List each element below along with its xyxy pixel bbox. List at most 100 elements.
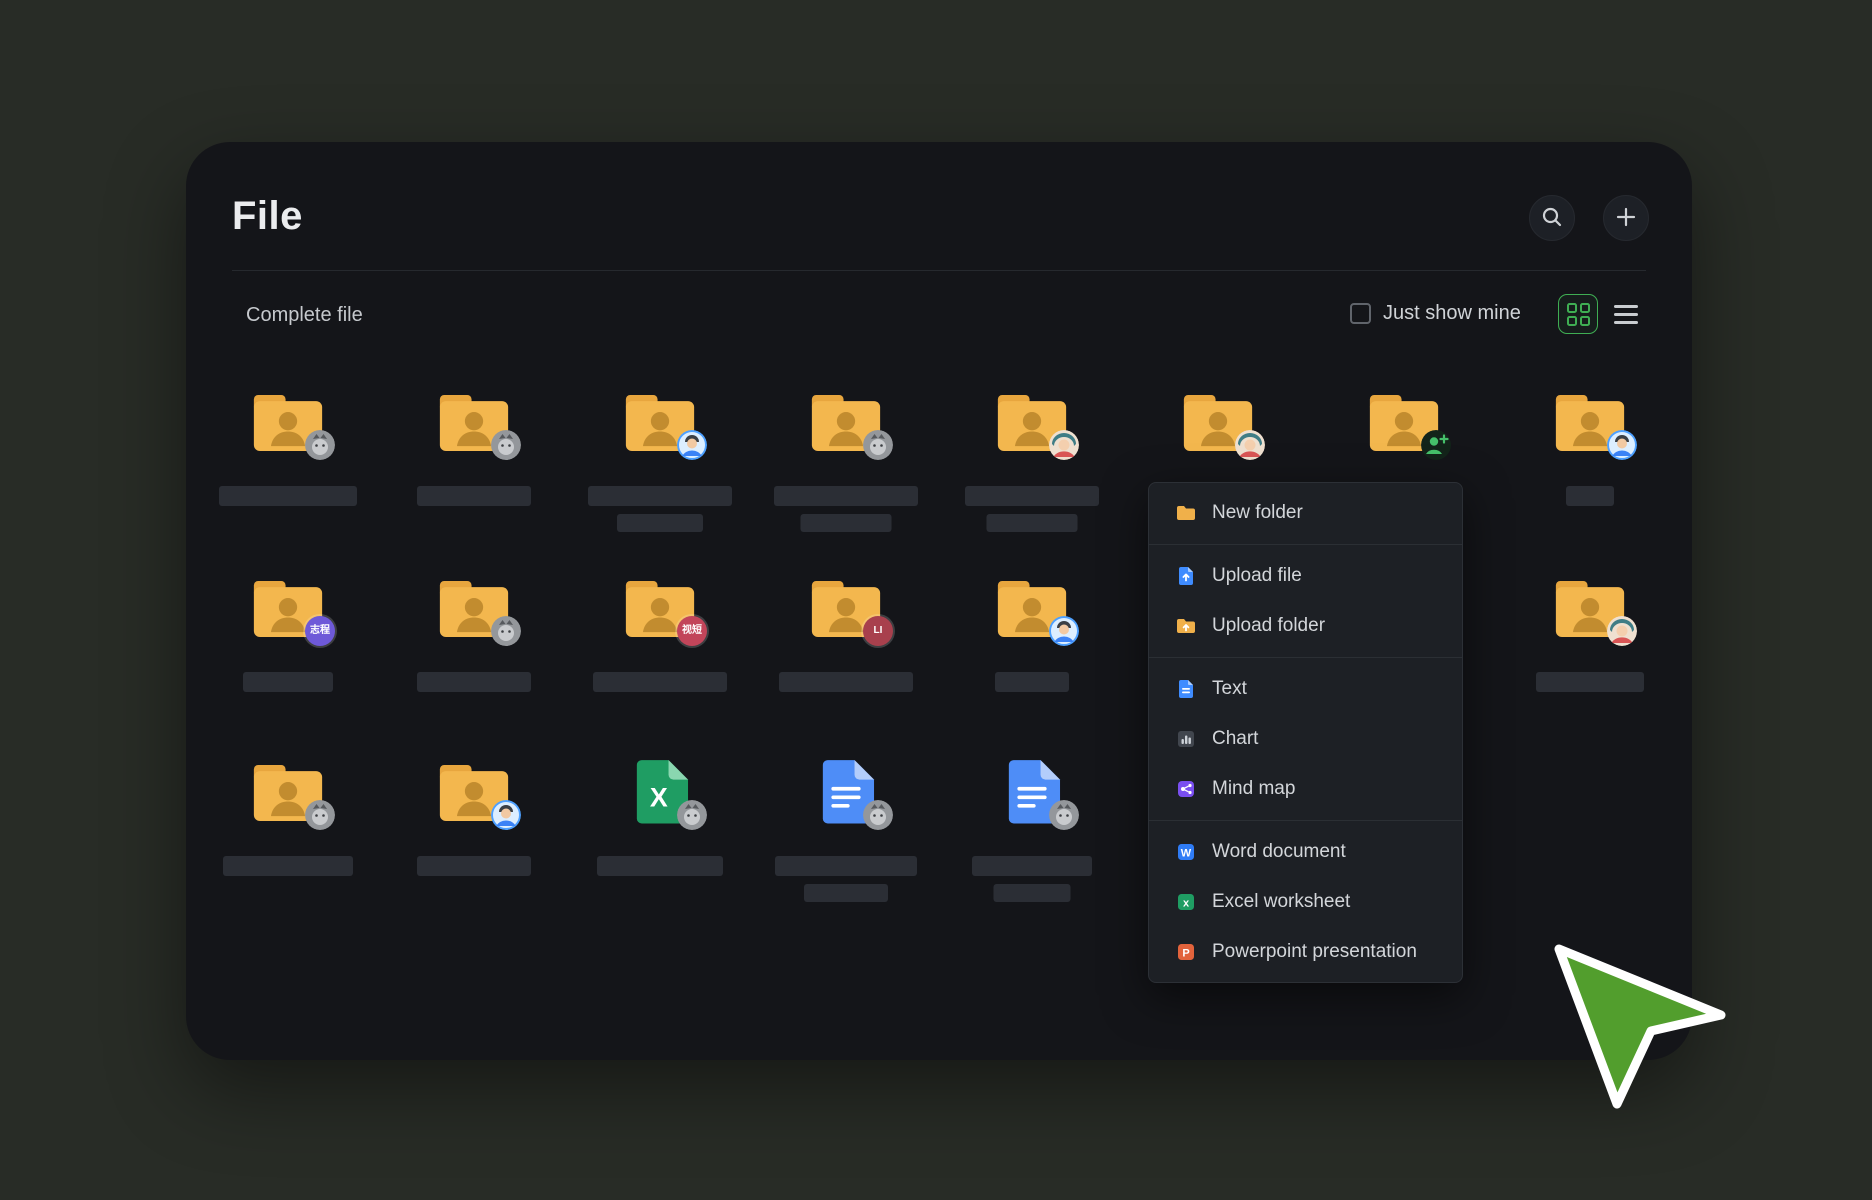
file-item[interactable]: 志程 xyxy=(195,576,381,746)
collaborator-avatar xyxy=(305,430,335,460)
file-item[interactable] xyxy=(1497,390,1683,560)
folder-user-icon xyxy=(807,390,885,456)
svg-text:x: x xyxy=(1183,898,1190,910)
file-name-placeholder xyxy=(972,856,1092,876)
file-item[interactable] xyxy=(195,760,381,930)
file-item[interactable] xyxy=(381,390,567,560)
folder-user-icon: 志程 xyxy=(249,576,327,642)
collaborator-avatar xyxy=(1049,430,1079,460)
file-item[interactable] xyxy=(753,390,939,560)
doc-file-icon xyxy=(993,760,1071,826)
file-name-placeholder xyxy=(804,884,888,902)
new-item-context-menu: New folder Upload file Upload folder Tex… xyxy=(1148,482,1463,983)
file-name-placeholder xyxy=(775,856,917,876)
folder-user-icon: LI xyxy=(807,576,885,642)
menu-item-chart[interactable]: Chart xyxy=(1149,714,1462,764)
file-name-placeholder xyxy=(223,856,353,876)
powerpoint-icon: P xyxy=(1175,941,1197,963)
file-name-placeholder xyxy=(617,514,703,532)
file-item[interactable] xyxy=(567,390,753,560)
file-name-placeholder xyxy=(588,486,732,506)
svg-text:W: W xyxy=(1181,848,1192,860)
collaborator-badge: 志程 xyxy=(305,616,335,646)
file-item[interactable] xyxy=(939,576,1125,746)
collaborator-avatar xyxy=(863,800,893,830)
file-item[interactable] xyxy=(381,576,567,746)
file-name-placeholder xyxy=(994,884,1071,902)
file-item[interactable] xyxy=(939,760,1125,930)
folder-user-icon xyxy=(435,576,513,642)
file-item[interactable]: LI xyxy=(753,576,939,746)
menu-item-excel-worksheet[interactable]: x Excel worksheet xyxy=(1149,877,1462,927)
mind-map-icon xyxy=(1175,778,1197,800)
collaborator-avatar xyxy=(1235,430,1265,460)
text-icon xyxy=(1175,678,1197,700)
folder-user-icon: 视短 xyxy=(621,576,699,642)
file-name-placeholder xyxy=(1536,672,1644,692)
menu-divider xyxy=(1149,820,1462,821)
folder-user-icon xyxy=(435,760,513,826)
collaborator-avatar xyxy=(305,800,335,830)
share-person-icon xyxy=(1421,430,1451,460)
menu-item-text[interactable]: Text xyxy=(1149,664,1462,714)
folder-user-icon xyxy=(621,390,699,456)
file-item[interactable] xyxy=(753,760,939,930)
new-folder-icon xyxy=(1175,502,1197,524)
collaborator-avatar xyxy=(1607,430,1637,460)
svg-text:P: P xyxy=(1182,948,1189,960)
folder-user-icon xyxy=(1551,576,1629,642)
file-name-placeholder xyxy=(779,672,913,692)
menu-divider xyxy=(1149,657,1462,658)
collaborator-badge: 视短 xyxy=(677,616,707,646)
folder-user-icon xyxy=(993,390,1071,456)
chart-icon xyxy=(1175,728,1197,750)
file-item[interactable] xyxy=(195,390,381,560)
upload-folder-icon xyxy=(1175,615,1197,637)
file-name-placeholder xyxy=(987,514,1078,532)
collaborator-badge: LI xyxy=(863,616,893,646)
file-name-placeholder xyxy=(801,514,892,532)
collaborator-avatar xyxy=(677,800,707,830)
excel-icon: x xyxy=(1175,891,1197,913)
menu-item-upload-file[interactable]: Upload file xyxy=(1149,551,1462,601)
menu-divider xyxy=(1149,544,1462,545)
collaborator-avatar xyxy=(491,430,521,460)
collaborator-avatar xyxy=(1607,616,1637,646)
file-manager-window: File Complete file Just show mine xyxy=(186,142,1692,1060)
menu-item-word-document[interactable]: W Word document xyxy=(1149,827,1462,877)
folder-user-icon xyxy=(1179,390,1257,456)
menu-item-new-folder[interactable]: New folder xyxy=(1149,488,1462,538)
folder-user-icon xyxy=(1551,390,1629,456)
file-name-placeholder xyxy=(243,672,333,692)
excel-file-icon: X xyxy=(621,760,699,826)
collaborator-avatar xyxy=(677,430,707,460)
folder-user-icon xyxy=(1365,390,1443,456)
file-name-placeholder xyxy=(593,672,727,692)
menu-item-upload-folder[interactable]: Upload folder xyxy=(1149,601,1462,651)
collaborator-avatar xyxy=(1049,800,1079,830)
folder-user-icon xyxy=(993,576,1071,642)
collaborator-avatar xyxy=(863,430,893,460)
upload-file-icon xyxy=(1175,565,1197,587)
folder-user-icon xyxy=(435,390,513,456)
doc-file-icon xyxy=(807,760,885,826)
file-item[interactable]: 视短 xyxy=(567,576,753,746)
menu-item-powerpoint-presentation[interactable]: P Powerpoint presentation xyxy=(1149,927,1462,977)
file-item[interactable] xyxy=(939,390,1125,560)
menu-item-mind-map[interactable]: Mind map xyxy=(1149,764,1462,814)
file-item[interactable] xyxy=(1497,576,1683,746)
file-name-placeholder xyxy=(417,486,531,506)
file-name-placeholder xyxy=(995,672,1069,692)
file-grid: 志程 视短 xyxy=(186,142,1692,1060)
file-item[interactable]: X xyxy=(567,760,753,930)
svg-text:X: X xyxy=(650,782,668,812)
file-item[interactable] xyxy=(381,760,567,930)
file-name-placeholder xyxy=(219,486,357,506)
collaborator-avatar xyxy=(491,800,521,830)
file-name-placeholder xyxy=(597,856,723,876)
folder-user-icon xyxy=(249,760,327,826)
folder-user-icon xyxy=(249,390,327,456)
collaborator-avatar xyxy=(1049,616,1079,646)
file-name-placeholder xyxy=(774,486,918,506)
file-name-placeholder xyxy=(1566,486,1614,506)
